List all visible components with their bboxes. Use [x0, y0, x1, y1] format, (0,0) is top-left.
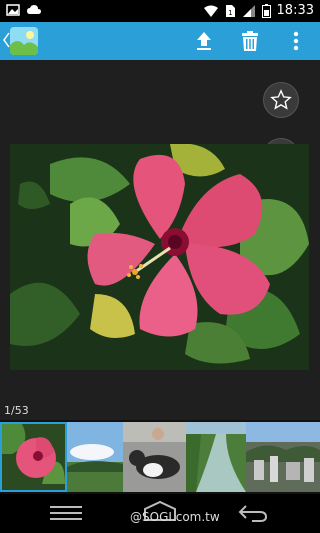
photo-notification-icon	[6, 4, 20, 16]
notification-icons	[6, 3, 42, 17]
thumbnail-mountain-sky[interactable]	[67, 422, 123, 492]
thumbnail-river[interactable]	[186, 422, 246, 492]
trash-icon[interactable]	[238, 29, 262, 53]
thumbnail-city[interactable]	[246, 422, 320, 492]
clock: 18:33	[276, 3, 314, 18]
system-status-icons: 1 18:33	[203, 3, 314, 19]
main-photo[interactable]	[10, 144, 309, 370]
back-nav-icon[interactable]	[238, 504, 268, 522]
filmstrip	[0, 420, 320, 494]
star-icon	[270, 89, 292, 110]
signal-icon	[242, 5, 255, 17]
gallery-app-icon[interactable]	[10, 27, 38, 55]
upload-icon[interactable]	[192, 29, 216, 53]
cloud-icon	[27, 5, 41, 14]
svg-text:1: 1	[228, 9, 232, 17]
overflow-menu-icon[interactable]	[284, 29, 308, 53]
photo-viewer[interactable]: 1/53	[0, 60, 320, 420]
battery-icon	[261, 4, 271, 18]
action-bar	[0, 22, 320, 60]
back-icon[interactable]	[2, 31, 10, 49]
navigation-bar: @SOGI.com.tw	[0, 494, 320, 533]
sim-card-icon: 1	[225, 5, 235, 17]
thumbnail-hibiscus[interactable]	[0, 422, 67, 492]
thumbnail-cat[interactable]	[123, 422, 186, 492]
watermark: @SOGI.com.tw	[130, 510, 220, 524]
photo-counter: 1/53	[4, 404, 29, 417]
status-bar: 1 18:33	[0, 0, 320, 22]
menu-icon[interactable]	[50, 504, 82, 522]
wifi-icon	[203, 5, 218, 17]
favorite-button[interactable]	[263, 82, 299, 118]
